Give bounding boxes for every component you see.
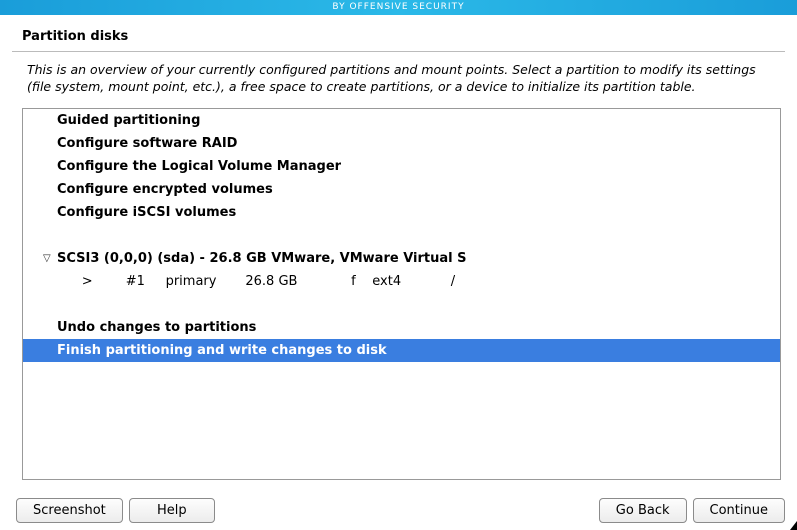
option-label: Configure encrypted volumes	[57, 182, 273, 197]
disk-header[interactable]: ▽SCSI3 (0,0,0) (sda) - 26.8 GB VMware, V…	[23, 247, 780, 270]
screenshot-button[interactable]: Screenshot	[16, 498, 123, 523]
option-label: Configure iSCSI volumes	[57, 205, 236, 220]
option-finish-partitioning[interactable]: Finish partitioning and write changes to…	[23, 339, 780, 362]
top-banner: BY OFFENSIVE SECURITY	[0, 0, 797, 15]
partition-list: Guided partitioning Configure software R…	[22, 108, 781, 480]
list-spacer	[23, 224, 780, 247]
partition-row[interactable]: > #1 primary 26.8 GB f ext4 /	[23, 270, 780, 293]
option-label: Undo changes to partitions	[57, 320, 256, 335]
disk-header-label: SCSI3 (0,0,0) (sda) - 26.8 GB VMware, VM…	[57, 251, 466, 266]
option-label: Finish partitioning and write changes to…	[57, 343, 387, 358]
option-configure-encrypted[interactable]: Configure encrypted volumes	[23, 178, 780, 201]
option-label: Configure software RAID	[57, 136, 237, 151]
option-label: Configure the Logical Volume Manager	[57, 159, 341, 174]
partition-row-label: > #1 primary 26.8 GB f ext4 /	[57, 274, 455, 289]
option-configure-lvm[interactable]: Configure the Logical Volume Manager	[23, 155, 780, 178]
help-button[interactable]: Help	[129, 498, 215, 523]
option-configure-iscsi[interactable]: Configure iSCSI volumes	[23, 201, 780, 224]
page-title: Partition disks	[0, 15, 797, 44]
option-undo-changes[interactable]: Undo changes to partitions	[23, 316, 780, 339]
option-configure-raid[interactable]: Configure software RAID	[23, 132, 780, 155]
cursor-icon	[790, 521, 797, 530]
description-text: This is an overview of your currently co…	[0, 52, 797, 96]
button-row: Screenshot Help Go Back Continue	[16, 498, 785, 523]
list-spacer	[23, 293, 780, 316]
go-back-button[interactable]: Go Back	[599, 498, 687, 523]
expander-icon[interactable]: ▽	[43, 253, 57, 264]
continue-button[interactable]: Continue	[693, 498, 785, 523]
option-label: Guided partitioning	[57, 113, 200, 128]
option-guided-partitioning[interactable]: Guided partitioning	[23, 109, 780, 132]
